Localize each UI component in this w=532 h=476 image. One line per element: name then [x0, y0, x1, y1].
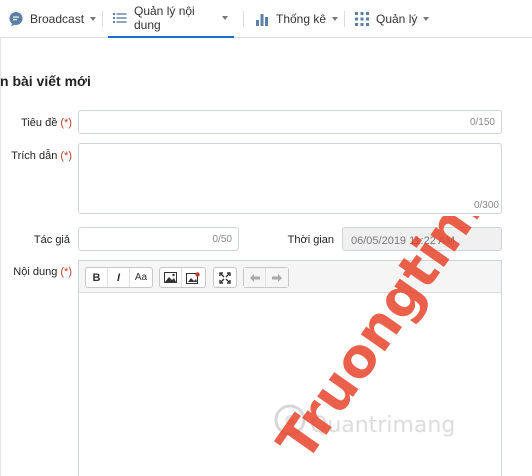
insert-video-button[interactable] [182, 268, 204, 287]
chat-bubble-icon [8, 11, 24, 27]
nav-divider [344, 11, 345, 27]
content-label: Nội dung (*) [0, 266, 72, 278]
fullscreen-group [213, 267, 237, 288]
page-title: n bài viết mới [0, 73, 91, 89]
chevron-down-icon [222, 16, 228, 20]
redo-icon [272, 273, 282, 282]
text-format-group: B I Aa [85, 267, 153, 288]
fullscreen-button[interactable] [214, 268, 236, 287]
title-label: Tiêu đề (*) [0, 117, 72, 129]
time-input[interactable]: 06/05/2019 11:22 AM [342, 227, 502, 251]
video-icon [186, 271, 200, 284]
font-size-button[interactable]: Aa [130, 268, 152, 287]
content-editor[interactable]: B I Aa [78, 260, 502, 476]
content-label-text: Nội dung [13, 266, 58, 278]
history-group [243, 267, 289, 288]
nav-item-statistics[interactable]: Thống kê [254, 0, 339, 38]
nav-label-management: Quản lý [376, 12, 418, 26]
chevron-down-icon [332, 17, 339, 21]
time-label-text: Thời gian [287, 234, 334, 246]
redo-button[interactable] [266, 268, 288, 287]
title-counter: 0/150 [469, 117, 495, 128]
title-label-text: Tiêu đề [21, 117, 58, 129]
required-mark: (*) [60, 266, 72, 278]
author-label-text: Tác giả [33, 234, 70, 246]
excerpt-label-text: Trích dẫn [11, 150, 58, 162]
nav-divider [243, 11, 244, 27]
media-group [159, 267, 206, 288]
time-label: Thời gian [280, 234, 334, 246]
nav-label-content-management: Quản lý nội dung [134, 4, 195, 32]
top-navigation: Broadcast Quản lý nội dung Thống kê Quản… [0, 0, 532, 38]
nav-label-broadcast: Broadcast [30, 12, 85, 26]
chevron-down-icon [423, 17, 430, 21]
title-input[interactable]: 0/150 [78, 110, 502, 134]
image-icon [164, 272, 177, 283]
nav-label-statistics: Thống kê [276, 12, 327, 26]
italic-button[interactable]: I [108, 268, 130, 287]
nav-item-broadcast[interactable]: Broadcast [8, 0, 97, 38]
editor-toolbar: B I Aa [79, 261, 501, 293]
excerpt-label: Trích dẫn (*) [0, 150, 72, 162]
insert-image-button[interactable] [160, 268, 182, 287]
required-mark: (*) [60, 150, 72, 162]
author-label: Tác giả [0, 234, 70, 246]
author-input[interactable]: 0/50 [78, 227, 239, 251]
grid-icon [354, 11, 370, 27]
author-counter: 0/50 [212, 234, 232, 245]
bold-button[interactable]: B [86, 268, 108, 287]
undo-icon [249, 273, 260, 282]
nav-item-management[interactable]: Quản lý [354, 0, 430, 38]
time-value: 06/05/2019 11:22 AM [351, 235, 455, 247]
undo-button[interactable] [244, 268, 266, 287]
list-icon [112, 10, 128, 26]
excerpt-textarea[interactable]: 0/300 [78, 143, 502, 214]
fullscreen-icon [219, 271, 231, 284]
required-mark: (*) [60, 117, 72, 129]
nav-divider [102, 11, 103, 27]
nav-item-content-management[interactable]: Quản lý nội dung [108, 0, 234, 38]
chevron-down-icon [90, 17, 97, 21]
excerpt-counter: 0/300 [473, 200, 499, 211]
bar-chart-icon [254, 11, 270, 27]
